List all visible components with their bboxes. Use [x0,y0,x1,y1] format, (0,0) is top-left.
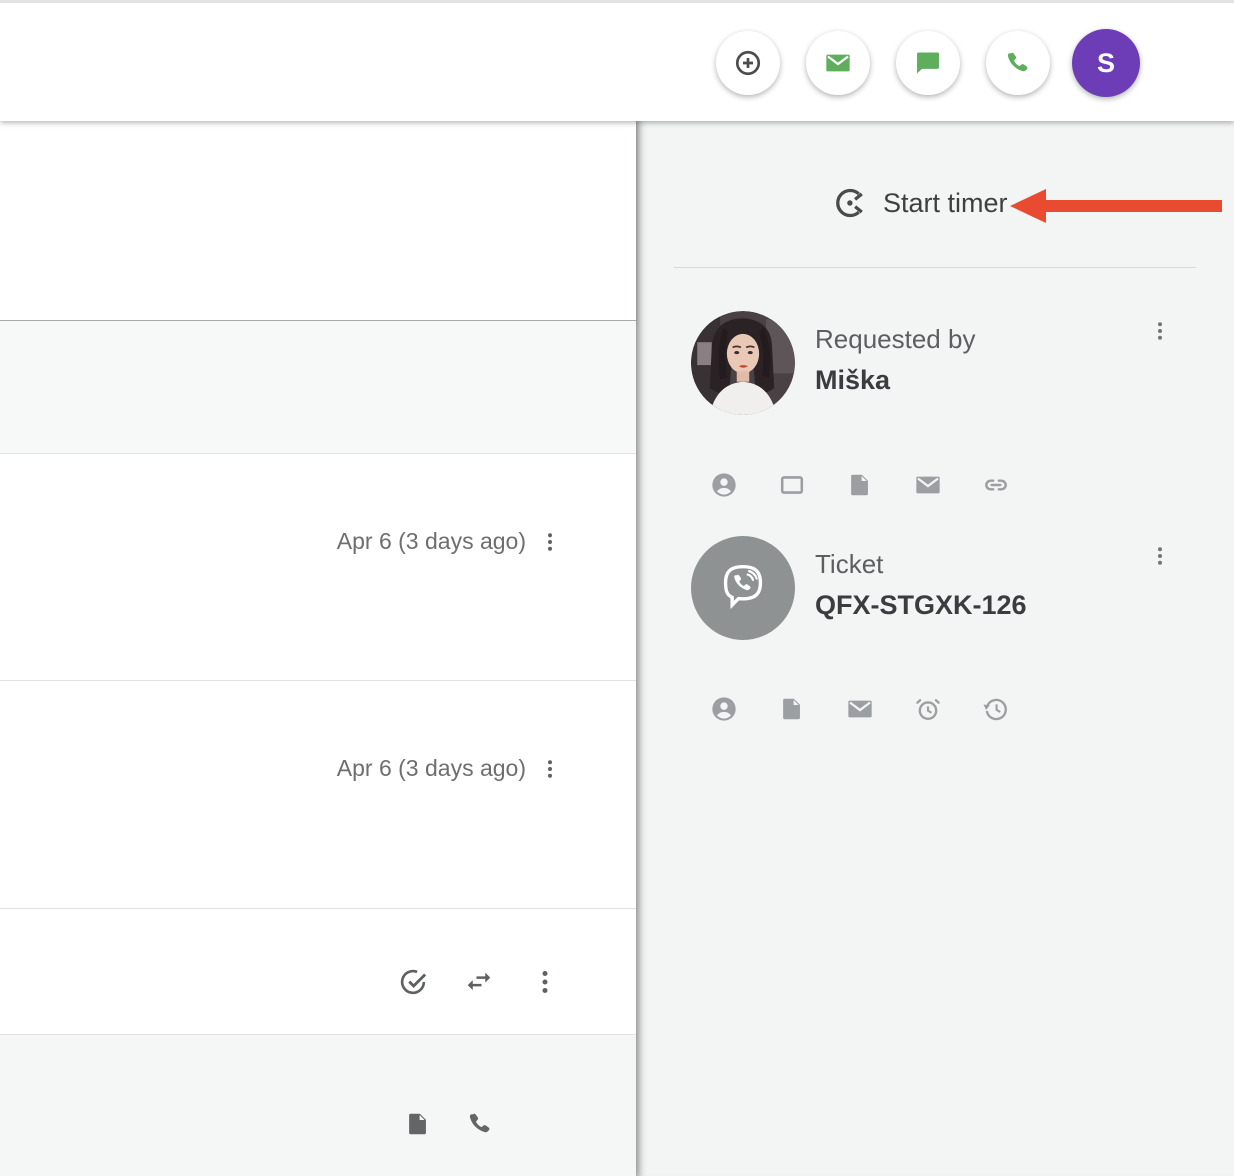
message-meta: Apr 6 (3 days ago) [0,454,636,555]
annotation-arrow [1010,187,1222,225]
user-avatar[interactable]: S [1072,29,1140,97]
envelope-icon [824,49,852,77]
new-call-button[interactable] [986,31,1050,95]
ticket-thread-panel: Apr 6 (3 days ago) Apr 6 (3 days ago) [0,121,636,1176]
compose-email-button[interactable] [806,31,870,95]
panel-divider [674,267,1196,268]
message-timestamp: Apr 6 (3 days ago) [337,528,526,555]
check-circle-icon[interactable] [398,967,428,997]
thread-message-open [0,121,636,321]
timer-icon [832,184,870,222]
more-vert-icon[interactable] [1148,319,1172,343]
person-icon[interactable] [710,471,738,499]
swap-horiz-icon[interactable] [464,967,494,997]
more-vert-icon[interactable] [538,530,562,554]
start-timer-button[interactable]: Start timer [832,184,1008,222]
reply-footer-toolbar [0,1035,636,1176]
card-icon[interactable] [778,471,806,499]
more-vert-icon[interactable] [538,757,562,781]
ticket-details-panel: Start timer [636,121,1234,1176]
plus-circle-icon [734,49,762,77]
link-icon[interactable] [982,471,1010,499]
ticket-label: Ticket [815,549,1027,580]
requested-by-card: Requested by Miška [636,311,1234,415]
document-icon[interactable] [846,471,874,499]
message-meta: Apr 6 (3 days ago) [0,681,636,782]
thread-message: Apr 6 (3 days ago) [0,681,636,909]
requester-quick-actions [710,471,1010,499]
ticket-quick-actions [710,695,1010,723]
start-timer-label: Start timer [883,188,1008,219]
document-icon[interactable] [778,695,806,723]
requester-name: Miška [815,365,975,396]
requested-by-texts: Requested by Miška [815,324,975,396]
topbar: S [0,0,1234,121]
reply-action-toolbar [0,909,636,1035]
more-vert-icon[interactable] [530,967,560,997]
document-icon[interactable] [404,1110,432,1138]
requested-by-label: Requested by [815,324,975,355]
phone-icon[interactable] [466,1110,494,1138]
new-chat-button[interactable] [896,31,960,95]
app-screen: S Apr 6 (3 days ago) Apr 6 (3 days ago) … [0,0,1234,1176]
thread-message-collapsed [0,321,636,454]
envelope-icon[interactable] [846,695,874,723]
message-timestamp: Apr 6 (3 days ago) [337,755,526,782]
requester-avatar[interactable] [691,311,795,415]
alarm-icon[interactable] [914,695,942,723]
ticket-texts: Ticket QFX-STGXK-126 [815,549,1027,621]
person-icon[interactable] [710,695,738,723]
phone-icon [1004,49,1032,77]
ticket-card: Ticket QFX-STGXK-126 [636,536,1234,640]
more-vert-icon[interactable] [1148,544,1172,568]
viber-channel-avatar[interactable] [691,536,795,640]
add-button[interactable] [716,31,780,95]
chat-icon [914,49,942,77]
thread-message: Apr 6 (3 days ago) [0,454,636,681]
history-icon[interactable] [982,695,1010,723]
ticket-id: QFX-STGXK-126 [815,590,1027,621]
envelope-icon[interactable] [914,471,942,499]
